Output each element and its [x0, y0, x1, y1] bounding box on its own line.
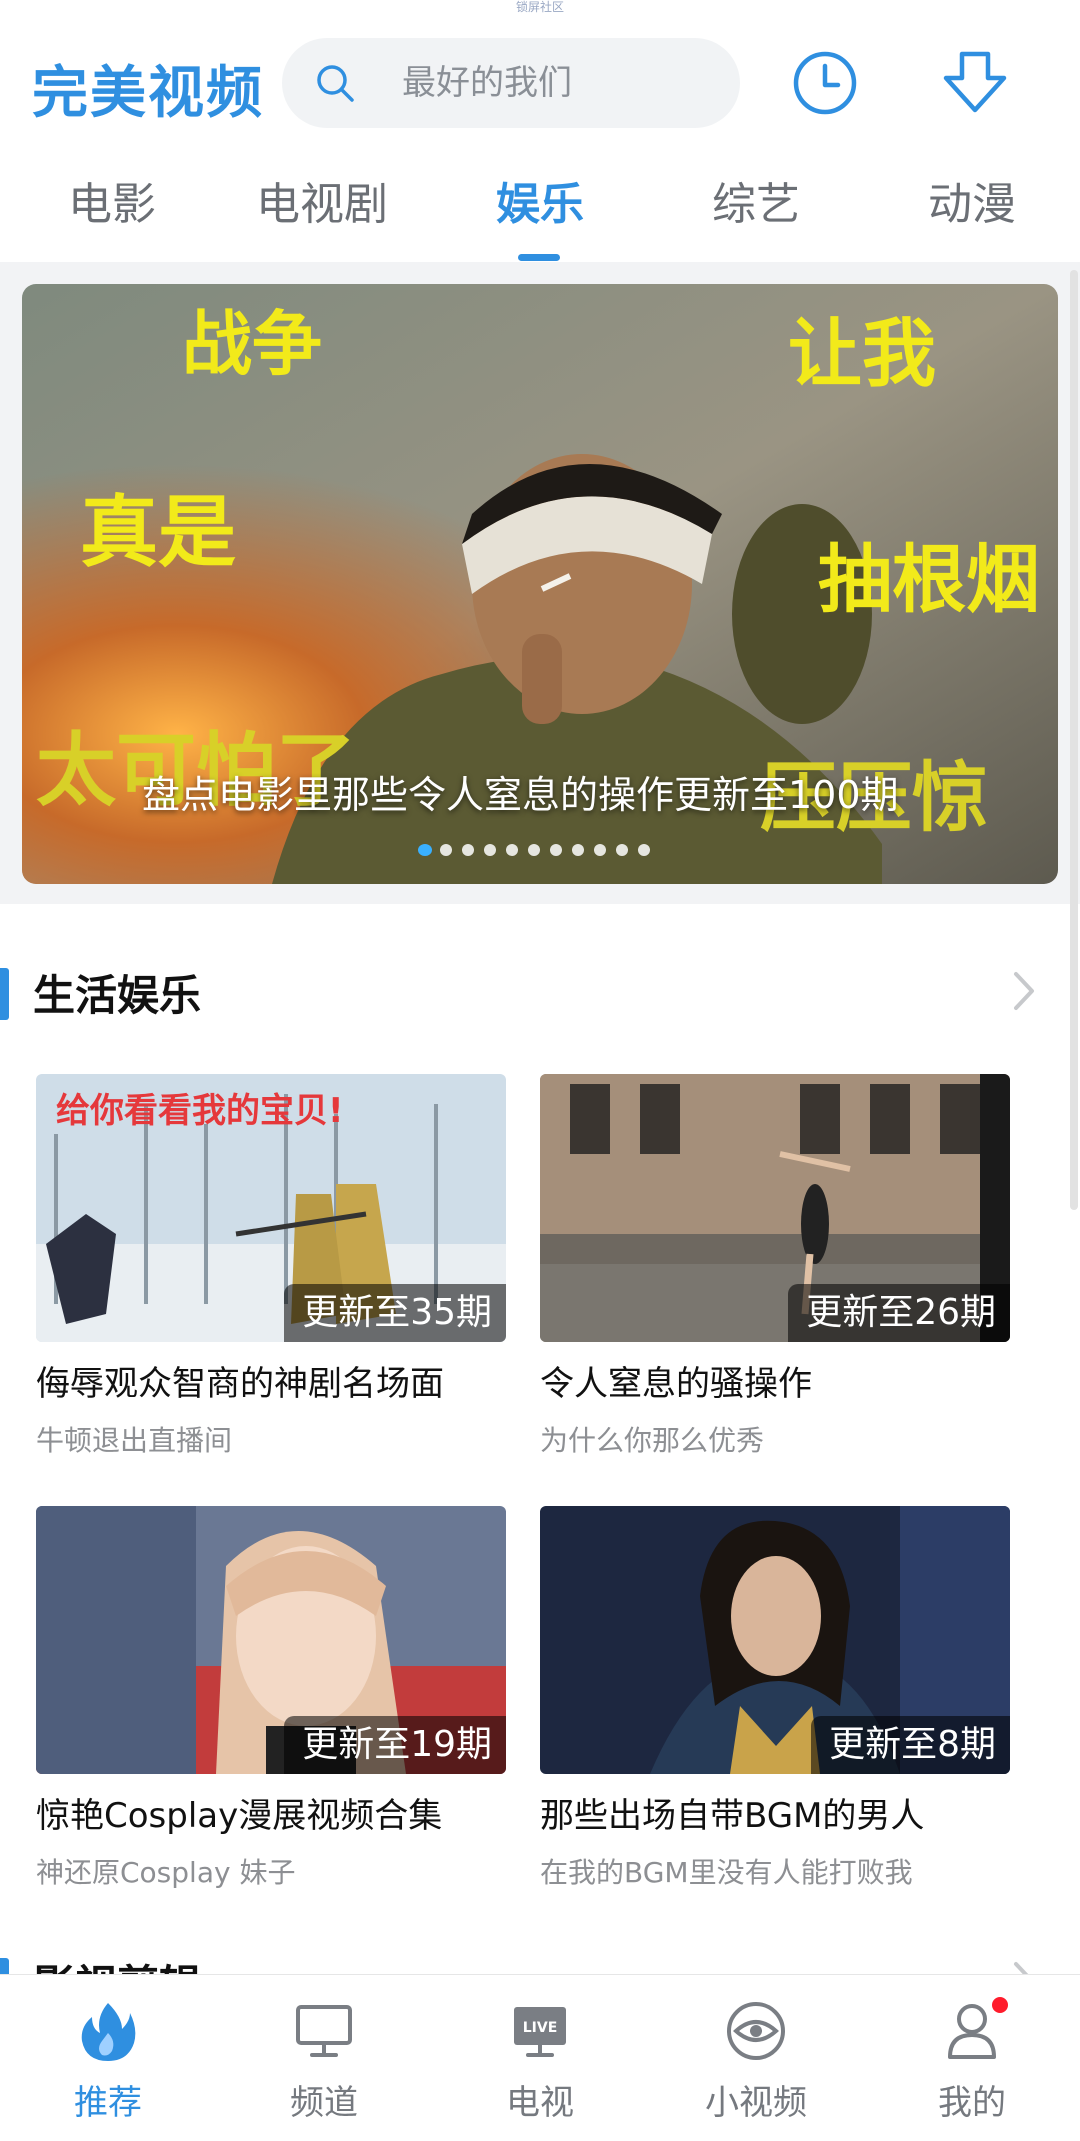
video-thumbnail[interactable]: 更新至19期	[36, 1506, 506, 1774]
carousel-dot[interactable]	[594, 844, 606, 856]
video-subtitle: 在我的BGM里没有人能打败我	[540, 1856, 913, 1889]
episode-badge: 更新至35期	[284, 1284, 506, 1342]
notification-dot	[992, 1997, 1008, 2013]
monitor-icon	[296, 2005, 352, 2057]
nav-label: 频道	[290, 2083, 358, 2123]
tab-variety[interactable]: 综艺	[706, 170, 806, 240]
carousel-dot[interactable]	[484, 844, 496, 856]
episode-badge: 更新至26期	[788, 1284, 1010, 1342]
carousel-dot[interactable]	[572, 844, 584, 856]
video-title: 那些出场自带BGM的男人	[540, 1796, 925, 1836]
category-tabs: 电影 电视剧 娱乐 综艺 动漫	[0, 160, 1080, 260]
carousel-dot[interactable]	[462, 844, 474, 856]
carousel-dot[interactable]	[528, 844, 540, 856]
banner-carousel[interactable]: 战争 让我 真是 抽根烟 太可怕了 压压惊 盘点电影里那些令人窒息的操作更新至1…	[22, 284, 1058, 884]
video-card[interactable]: 更新至8期 那些出场自带BGM的男人 在我的BGM里没有人能打败我	[540, 1506, 1010, 1891]
nav-item-short-video[interactable]: 小视频	[648, 1975, 864, 2141]
nav-label: 推荐	[74, 2083, 142, 2123]
live-tv-icon: LIVE	[514, 2007, 566, 2057]
tab-entertainment[interactable]: 娱乐	[490, 170, 590, 240]
episode-badge: 更新至8期	[811, 1716, 1010, 1774]
video-thumbnail[interactable]: 更新至8期	[540, 1506, 1010, 1774]
nav-item-tv[interactable]: LIVE 电视	[432, 1975, 648, 2141]
nav-item-mine[interactable]: 我的	[864, 1975, 1080, 2141]
thumbnail-caption: 给你看看我的宝贝!	[56, 1091, 344, 1131]
nav-label: 小视频	[705, 2083, 807, 2123]
banner-caption: 盘点电影里那些令人窒息的操作更新至100期	[142, 773, 899, 817]
episode-badge: 更新至19期	[284, 1716, 506, 1774]
video-title: 令人窒息的骚操作	[540, 1364, 812, 1404]
nav-label: 我的	[938, 2083, 1006, 2123]
carousel-dot[interactable]	[418, 844, 432, 856]
scrollbar[interactable]	[1070, 270, 1078, 1210]
video-subtitle: 为什么你那么优秀	[540, 1424, 765, 1457]
carousel-dot[interactable]	[616, 844, 628, 856]
tab-indicator	[518, 254, 560, 261]
download-icon[interactable]	[940, 48, 1010, 118]
video-card[interactable]: 给你看看我的宝贝! 更新至35期 侮辱观众智商的神剧名场面 牛顿退出直播间	[36, 1074, 506, 1459]
video-subtitle: 神还原Cosplay 妹子	[36, 1856, 296, 1889]
carousel-dot[interactable]	[506, 844, 518, 856]
section-header-life-entertainment[interactable]: 生活娱乐	[0, 950, 1080, 1030]
tab-anime[interactable]: 动漫	[922, 170, 1022, 240]
flame-icon	[81, 2003, 136, 2061]
video-title: 侮辱观众智商的神剧名场面	[36, 1364, 444, 1404]
eye-icon	[727, 2002, 785, 2060]
search-icon	[317, 65, 354, 102]
search-placeholder: 最好的我们	[402, 63, 572, 103]
tab-tv-series[interactable]: 电视剧	[252, 170, 392, 240]
banner-overlay-text: 战争	[182, 303, 322, 385]
tab-movie[interactable]: 电影	[62, 170, 162, 240]
search-bar[interactable]: 最好的我们	[282, 38, 740, 128]
carousel-dot[interactable]	[440, 844, 452, 856]
banner-overlay-text: 真是	[80, 488, 237, 578]
bottom-navigation: 推荐 频道 LIVE 电视 小视频 我的	[0, 1974, 1080, 2141]
history-icon[interactable]	[790, 48, 860, 118]
chevron-right-icon[interactable]	[1006, 968, 1042, 1014]
video-card[interactable]: 更新至19期 惊艳Cosplay漫展视频合集 神还原Cosplay 妹子	[36, 1506, 506, 1891]
banner-overlay-text: 抽根烟	[818, 537, 1040, 623]
nav-item-recommend[interactable]: 推荐	[0, 1975, 216, 2141]
nav-label: 电视	[506, 2083, 574, 2123]
carousel-dot[interactable]	[550, 844, 562, 856]
top-mini-label: 锁屏社区	[515, 0, 564, 14]
section-title: 生活娱乐	[33, 971, 202, 1020]
app-screen: 锁屏社区 完美视频 最好的我们 电影 电视剧 娱乐 综艺 动漫 战争 让我 真是…	[0, 0, 1080, 2141]
video-thumbnail[interactable]: 更新至26期	[540, 1074, 1010, 1342]
app-logo: 完美视频	[32, 61, 264, 126]
video-title: 惊艳Cosplay漫展视频合集	[36, 1796, 443, 1836]
video-subtitle: 牛顿退出直播间	[36, 1424, 233, 1457]
nav-item-channel[interactable]: 频道	[216, 1975, 432, 2141]
section-accent-bar	[0, 968, 9, 1020]
live-label: LIVE	[523, 2020, 558, 2036]
video-thumbnail[interactable]: 给你看看我的宝贝! 更新至35期	[36, 1074, 506, 1342]
carousel-dot[interactable]	[638, 844, 650, 856]
header: 完美视频 最好的我们	[0, 30, 1080, 140]
banner-overlay-text: 让我	[788, 311, 936, 397]
video-card[interactable]: 更新至26期 令人窒息的骚操作 为什么你那么优秀	[540, 1074, 1010, 1459]
